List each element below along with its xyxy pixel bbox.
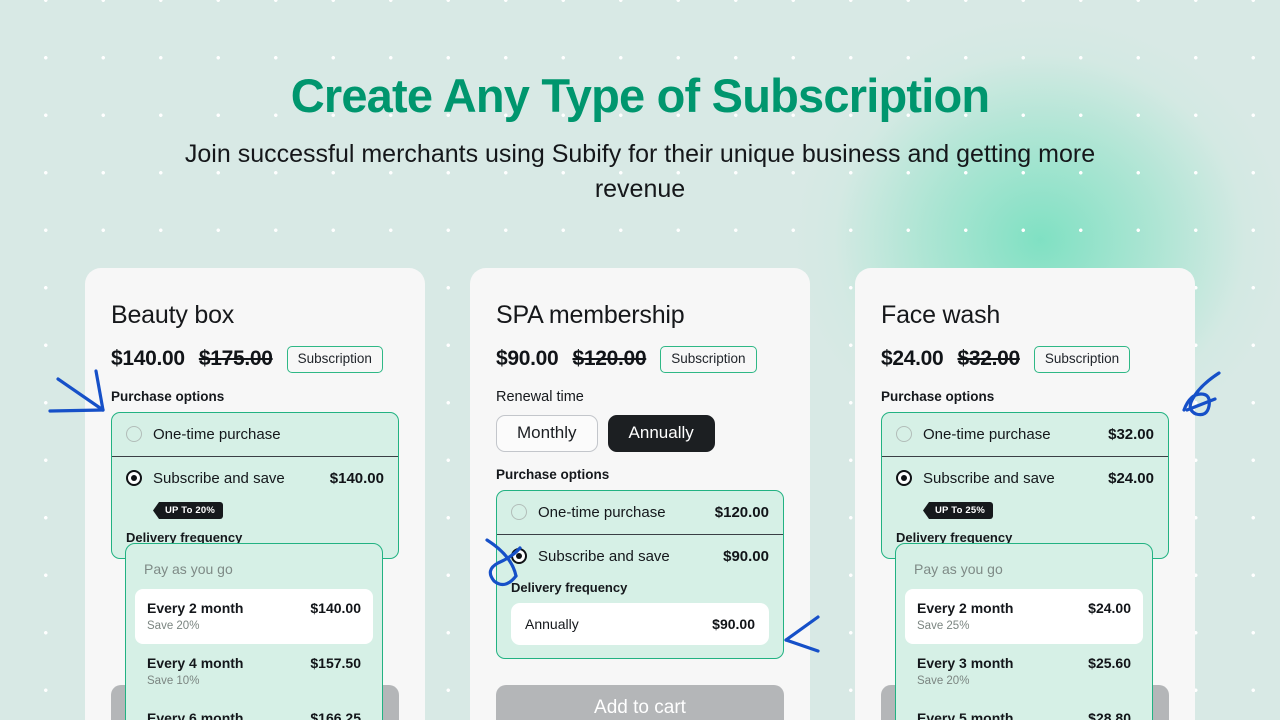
option-price: $120.00 bbox=[714, 503, 769, 521]
frequency-name: Every 2 month bbox=[147, 600, 244, 616]
dropdown-item[interactable]: Every 6 month $166.25 bbox=[135, 699, 373, 720]
option-price: $140.00 bbox=[329, 469, 384, 487]
product-card-spa-membership: SPA membership $90.00 $120.00 Subscripti… bbox=[470, 268, 810, 720]
dropdown-item[interactable]: Every 3 month $25.60 Save 20% bbox=[905, 644, 1143, 699]
frequency-name: Every 5 month bbox=[917, 710, 1014, 720]
frequency-price: $25.60 bbox=[1088, 655, 1131, 671]
add-to-cart-button[interactable]: Add to cart bbox=[496, 685, 784, 720]
frequency-name: Every 2 month bbox=[917, 600, 1014, 616]
purchase-options-label: Purchase options bbox=[881, 388, 995, 404]
subscription-badge: Subscription bbox=[1033, 346, 1131, 373]
product-title: SPA membership bbox=[496, 301, 685, 329]
frequency-price: $24.00 bbox=[1088, 600, 1131, 616]
page-title: Create Any Type of Subscription bbox=[290, 69, 990, 122]
product-title: Face wash bbox=[881, 301, 1001, 329]
purchase-options-label: Purchase options bbox=[496, 466, 610, 482]
frequency-price: $140.00 bbox=[310, 600, 361, 616]
purchase-options-label: Purchase options bbox=[111, 388, 225, 404]
option-label: One-time purchase bbox=[923, 425, 1051, 443]
current-price: $90.00 bbox=[496, 347, 559, 371]
option-one-time-purchase[interactable]: One-time purchase bbox=[112, 413, 398, 456]
dropdown-placeholder: Pay as you go bbox=[914, 561, 1003, 577]
renewal-time-label: Renewal time bbox=[496, 388, 584, 405]
frequency-price: $157.50 bbox=[310, 655, 361, 671]
delivery-frequency-dropdown[interactable]: Pay as you go Every 2 month $140.00 Save… bbox=[125, 543, 383, 720]
frequency-name: Every 6 month bbox=[147, 710, 244, 720]
compare-at-price: $120.00 bbox=[572, 347, 647, 371]
dropdown-item[interactable]: Every 5 month $28.80 bbox=[905, 699, 1143, 720]
option-one-time-purchase[interactable]: One-time purchase $120.00 bbox=[497, 491, 783, 534]
option-price: $32.00 bbox=[1108, 425, 1154, 443]
discount-tag: UP To 20% bbox=[153, 502, 224, 519]
radio-selected-icon[interactable] bbox=[126, 470, 142, 486]
current-price: $24.00 bbox=[881, 347, 944, 371]
subscribe-details: Delivery frequency Annually $90.00 bbox=[497, 580, 783, 658]
product-card-face-wash: Face wash $24.00 $32.00 Subscription Pur… bbox=[855, 268, 1195, 720]
price-row: $140.00 $175.00 Subscription bbox=[111, 346, 399, 373]
option-subscribe-and-save[interactable]: Subscribe and save $90.00 bbox=[497, 533, 783, 578]
subscription-badge: Subscription bbox=[660, 346, 757, 373]
option-one-time-purchase[interactable]: One-time purchase $32.00 bbox=[882, 413, 1168, 456]
subscription-badge: Subscription bbox=[286, 346, 383, 373]
renewal-time-toggle: Monthly Annually bbox=[496, 414, 784, 452]
dropdown-item[interactable]: Every 2 month $140.00 Save 20% bbox=[135, 589, 373, 644]
option-label: Subscribe and save bbox=[923, 469, 1055, 487]
radio-unselected-icon[interactable] bbox=[896, 426, 912, 442]
frequency-price: $166.25 bbox=[310, 710, 361, 720]
radio-selected-icon[interactable] bbox=[896, 470, 912, 486]
radio-unselected-icon[interactable] bbox=[126, 426, 142, 442]
page-subtitle: Join successful merchants using Subify f… bbox=[184, 140, 1096, 203]
purchase-options-group: One-time purchase $120.00 Subscribe and … bbox=[496, 489, 784, 659]
frequency-price: $28.80 bbox=[1088, 710, 1131, 720]
option-label: One-time purchase bbox=[153, 425, 281, 443]
frequency-name: Every 3 month bbox=[917, 655, 1014, 671]
product-card-list: Beauty box $140.00 $175.00 Subscription … bbox=[0, 268, 1280, 720]
compare-at-price: $32.00 bbox=[957, 347, 1020, 371]
option-price: $24.00 bbox=[1108, 469, 1154, 487]
product-card-beauty-box: Beauty box $140.00 $175.00 Subscription … bbox=[85, 268, 425, 720]
product-title: Beauty box bbox=[111, 301, 235, 329]
dropdown-item[interactable]: Every 2 month $24.00 Save 25% bbox=[905, 589, 1143, 644]
frequency-name: Annually bbox=[525, 615, 579, 632]
option-subscribe-and-save[interactable]: Subscribe and save $140.00 bbox=[112, 455, 398, 500]
option-label: One-time purchase bbox=[538, 503, 666, 521]
frequency-name: Every 4 month bbox=[147, 655, 244, 671]
radio-selected-icon[interactable] bbox=[511, 548, 527, 564]
discount-tag: UP To 25% bbox=[923, 502, 994, 519]
renewal-option-monthly[interactable]: Monthly bbox=[496, 414, 598, 452]
renewal-option-annually[interactable]: Annually bbox=[607, 414, 715, 452]
delivery-frequency-select[interactable]: Annually $90.00 bbox=[511, 602, 769, 645]
option-label: Subscribe and save bbox=[538, 547, 670, 565]
purchase-options-group: One-time purchase $32.00 Subscribe and s… bbox=[881, 411, 1169, 559]
hero-header: Create Any Type of Subscription Join suc… bbox=[0, 0, 1280, 206]
price-row: $24.00 $32.00 Subscription bbox=[881, 346, 1169, 373]
price-row: $90.00 $120.00 Subscription bbox=[496, 346, 784, 373]
dropdown-placeholder: Pay as you go bbox=[144, 561, 233, 577]
frequency-save: Save 20% bbox=[147, 620, 200, 632]
delivery-frequency-dropdown[interactable]: Pay as you go Every 2 month $24.00 Save … bbox=[895, 543, 1153, 720]
delivery-frequency-label: Delivery frequency bbox=[511, 579, 628, 595]
radio-unselected-icon[interactable] bbox=[511, 504, 527, 520]
frequency-save: Save 25% bbox=[917, 620, 970, 632]
frequency-save: Save 20% bbox=[917, 675, 970, 687]
compare-at-price: $175.00 bbox=[198, 347, 273, 371]
dropdown-item[interactable]: Every 4 month $157.50 Save 10% bbox=[135, 644, 373, 699]
purchase-options-group: One-time purchase Subscribe and save $14… bbox=[111, 411, 399, 559]
frequency-save: Save 10% bbox=[147, 675, 200, 687]
option-label: Subscribe and save bbox=[153, 469, 285, 487]
current-price: $140.00 bbox=[111, 347, 185, 371]
frequency-price: $90.00 bbox=[712, 615, 755, 632]
option-price: $90.00 bbox=[723, 547, 769, 565]
option-subscribe-and-save[interactable]: Subscribe and save $24.00 bbox=[882, 455, 1168, 500]
